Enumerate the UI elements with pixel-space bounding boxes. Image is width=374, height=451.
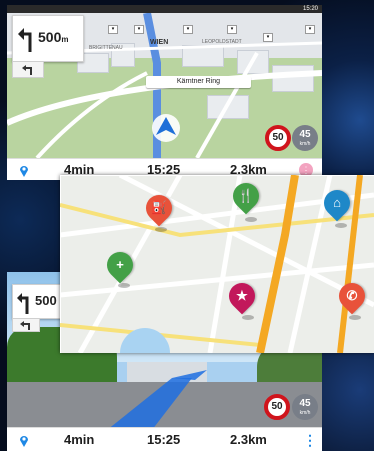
next-turn-left-icon <box>20 321 30 330</box>
turn-instruction-panel[interactable]: 500m <box>12 15 84 62</box>
current-speed-indicator: 45 km/h <box>292 125 318 151</box>
status-time: 15:20 <box>302 6 318 12</box>
restaurant-icon: 🍴 <box>237 188 255 203</box>
current-position-arrow-icon <box>152 114 180 142</box>
speed-unit: km/h <box>299 410 311 416</box>
next-turn-left-icon <box>22 65 32 75</box>
pin-shadow <box>335 223 347 228</box>
current-speed-value: 45 <box>299 129 311 140</box>
ar-turn-instruction-panel[interactable]: 500 <box>12 284 64 319</box>
arrival-time: 15:25 <box>147 432 181 447</box>
city-label: WIEN <box>150 39 169 46</box>
pin-shadow <box>349 315 361 320</box>
district-label: BRIGITTENAU <box>89 45 123 51</box>
distance-remaining: 2.3km <box>230 432 267 447</box>
current-speed-indicator: 45 km/h <box>292 394 318 420</box>
pin-shadow <box>245 217 257 222</box>
route-info-bar[interactable]: 4min 15:25 2.3km ⋮ <box>7 427 322 451</box>
turn-distance: 500m <box>38 29 69 45</box>
pin-shadow <box>155 227 167 232</box>
navigation-map-panel[interactable]: 15:20 WIEN BRIGITTENAU LEOPOLDSTADT Kärn… <box>7 5 322 180</box>
location-pin-icon[interactable] <box>19 434 29 447</box>
gas-station-icon: ⛽ <box>150 200 168 215</box>
status-bar: 15:20 <box>7 5 322 13</box>
speed-unit: km/h <box>299 141 311 147</box>
map-poi-icon[interactable]: ▾ <box>263 33 273 42</box>
map-poi-icon[interactable]: ▾ <box>134 25 144 34</box>
favorite-star-icon: ★ <box>236 288 248 303</box>
pin-shadow <box>242 315 254 320</box>
map-poi-icon[interactable]: ▾ <box>227 25 237 34</box>
map-poi-icon[interactable]: ▾ <box>183 25 193 34</box>
district-label: LEOPOLDSTADT <box>202 39 242 45</box>
ar-next-turn-panel[interactable] <box>12 318 40 332</box>
street-name-label: Kärntner Ring <box>176 78 221 85</box>
home-icon: ⌂ <box>333 195 341 210</box>
turn-left-icon <box>18 28 32 52</box>
location-pin-icon[interactable] <box>19 164 29 177</box>
turn-left-icon <box>17 293 29 314</box>
pin-shadow <box>118 283 130 288</box>
map-poi-icon[interactable]: ▾ <box>305 25 315 34</box>
current-speed-value: 45 <box>299 398 311 409</box>
street-name-badge: Kärntner Ring <box>146 76 251 88</box>
phone-icon: ✆ <box>346 288 358 303</box>
speed-limit-sign: 50 <box>264 394 290 420</box>
more-options-icon[interactable]: ⋮ <box>303 428 317 451</box>
ar-turn-distance: 500 <box>35 293 57 308</box>
map-poi-icon[interactable]: ▾ <box>108 25 118 34</box>
speed-limit-sign: 50 <box>265 125 291 151</box>
time-remaining: 4min <box>64 432 95 447</box>
next-turn-panel[interactable] <box>12 61 44 78</box>
poi-map-panel[interactable]: ⛽ 🍴 ⌂ + ★ ✆ <box>60 175 374 353</box>
hospital-icon: + <box>116 257 124 272</box>
